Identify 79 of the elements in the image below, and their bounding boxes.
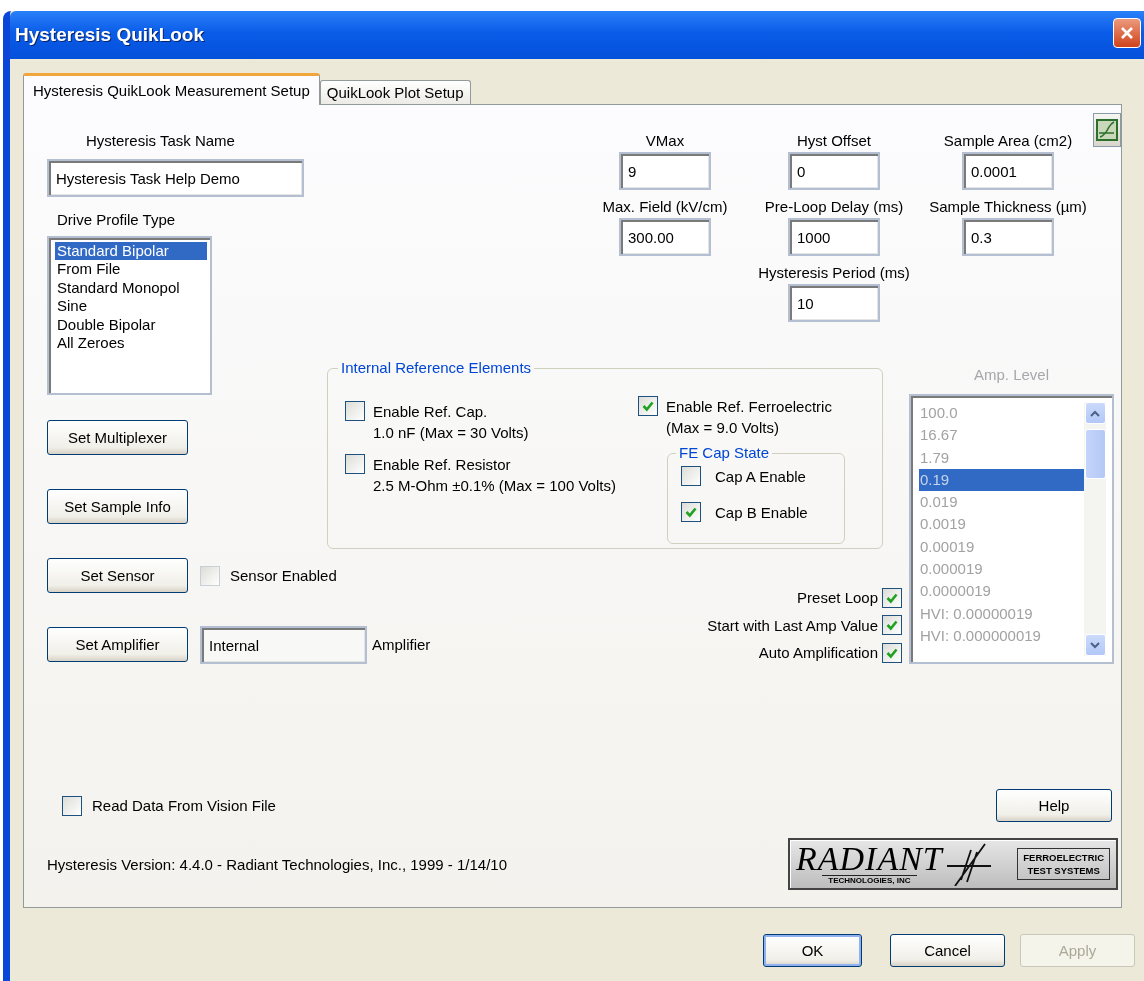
logo-wordmark: RADIANT xyxy=(796,842,943,875)
text-field[interactable]: 9 xyxy=(619,152,711,190)
scroll-thumb[interactable] xyxy=(1084,429,1106,479)
plot-button[interactable] xyxy=(1093,113,1121,147)
close-button[interactable] xyxy=(1113,18,1141,48)
logo-tagline: FERROELECTRIC xyxy=(1023,851,1104,864)
checkmark-icon xyxy=(641,399,655,413)
field-label: Pre-Loop Delay (ms) xyxy=(764,198,904,216)
list-item[interactable]: Standard Bipolar xyxy=(55,242,207,261)
option-detail: 2.5 M-Ohm ±0.1% (Max = 100 Volts) xyxy=(373,476,616,496)
checkbox-label: Read Data From Vision File xyxy=(92,797,276,814)
checkbox-label: Cap A Enable xyxy=(715,467,806,485)
field-label: Hysteresis Task Name xyxy=(86,132,235,150)
button[interactable]: Set Sample Info xyxy=(47,489,188,524)
text-field[interactable]: Hysteresis Task Help Demo xyxy=(47,159,304,197)
graph-icon xyxy=(1096,119,1118,141)
field-label: Amplifier xyxy=(372,636,431,653)
checkbox-label: Enable Ref. Cap. xyxy=(373,402,489,422)
scroll-down-button[interactable] xyxy=(1084,634,1106,656)
checkbox-label: Enable Ref. Resistor xyxy=(373,455,512,475)
tab[interactable]: QuikLook Plot Setup xyxy=(319,80,471,104)
button[interactable]: Set Multiplexer xyxy=(47,420,188,455)
field-label: Sample Thickness (µm) xyxy=(929,198,1087,216)
checkbox-label: Enable Ref. Ferroelectric xyxy=(666,397,832,417)
option-detail: (Max = 9.0 Volts) xyxy=(666,418,780,438)
field-label: VMax xyxy=(645,132,685,150)
scroll-up-button[interactable] xyxy=(1084,402,1106,424)
text-field[interactable]: 300.00 xyxy=(619,218,711,256)
capacitor-symbol-icon xyxy=(946,842,991,886)
checkbox[interactable] xyxy=(882,587,902,608)
text-field[interactable]: Internal xyxy=(200,625,367,664)
checkbox[interactable] xyxy=(681,502,701,522)
version-text: Hysteresis Version: 4.4.0 - Radiant Technologies, Inc., 1999 - 1/14/10 xyxy=(47,855,507,873)
help-button[interactable]: Help xyxy=(996,789,1112,822)
group-title: FE Cap State xyxy=(678,444,771,462)
checkbox-label: Cap B Enable xyxy=(715,503,808,521)
checkbox-label: Sensor Enabled xyxy=(230,567,337,584)
text-field[interactable]: 0.0001 xyxy=(962,152,1054,190)
logo-subtitle: TECHNOLOGIES, INC xyxy=(822,874,917,886)
chevron-down-icon xyxy=(1090,641,1100,649)
button[interactable]: Set Sensor xyxy=(47,558,188,593)
checkbox-label: Auto Amplification xyxy=(758,644,878,662)
checkbox[interactable] xyxy=(882,615,902,636)
window-title: Hysteresis QuikLook xyxy=(15,24,205,46)
checkbox[interactable] xyxy=(345,454,365,474)
list-label: Drive Profile Type xyxy=(57,211,176,229)
list-item[interactable]: Double Bipolar xyxy=(55,315,207,335)
checkbox[interactable] xyxy=(882,642,902,663)
text-field[interactable]: 0.3 xyxy=(962,218,1054,256)
checkmark-icon xyxy=(885,618,899,633)
text-field[interactable]: 1000 xyxy=(788,218,880,256)
list-item[interactable]: Sine xyxy=(55,297,207,316)
list-item[interactable]: Standard Monopol xyxy=(55,278,207,298)
list-label: Amp. Level xyxy=(973,366,1049,384)
field-label: Max. Field (kV/cm) xyxy=(602,198,728,216)
option-detail: 1.0 nF (Max = 30 Volts) xyxy=(373,423,529,443)
checkbox[interactable] xyxy=(345,401,365,421)
list-item[interactable]: From File xyxy=(55,260,207,279)
field-label: Hyst Offset xyxy=(797,132,871,150)
chevron-up-icon xyxy=(1090,409,1100,417)
text-field[interactable]: 0 xyxy=(788,152,880,190)
checkmark-icon xyxy=(684,505,698,519)
checkbox-label: Start with Last Amp Value xyxy=(707,616,878,634)
field-label: Sample Area (cm2) xyxy=(943,132,1073,150)
text-field[interactable]: 10 xyxy=(788,284,880,322)
checkbox[interactable] xyxy=(62,795,82,816)
button[interactable]: Set Amplifier xyxy=(47,627,188,662)
close-icon xyxy=(1120,26,1134,40)
dialog-button[interactable]: OK xyxy=(763,934,862,967)
checkbox[interactable] xyxy=(638,396,658,416)
checkbox[interactable] xyxy=(681,466,701,486)
logo-tagline: TEST SYSTEMS xyxy=(1027,864,1100,877)
group-title: Internal Reference Elements xyxy=(340,359,533,377)
field-label: Hysteresis Period (ms) xyxy=(758,264,910,282)
tab[interactable]: Hysteresis QuikLook Measurement Setup xyxy=(23,73,320,105)
list-item[interactable]: All Zeroes xyxy=(55,334,207,353)
scrollbar[interactable] xyxy=(1084,402,1106,656)
checkbox-label: Preset Loop xyxy=(797,589,878,607)
dialog-button[interactable]: Cancel xyxy=(890,934,1005,967)
